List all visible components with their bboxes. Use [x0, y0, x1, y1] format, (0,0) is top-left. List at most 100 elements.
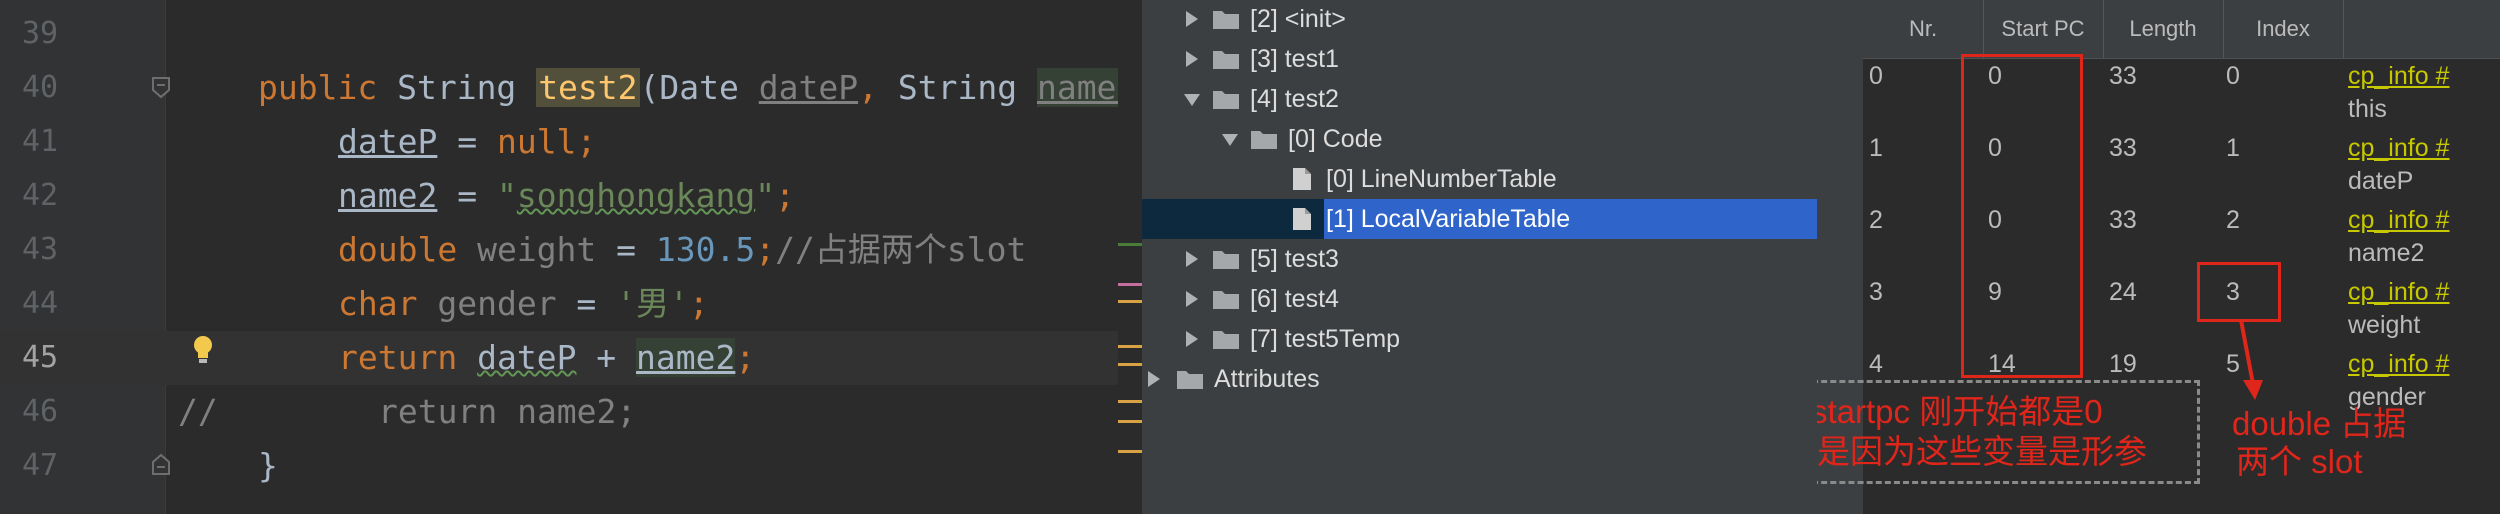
line-number: 42: [22, 178, 59, 213]
expand-arrow-icon[interactable]: [1186, 331, 1198, 347]
table-header: Nr. Start PC Length Index: [1863, 0, 2500, 59]
code-text: }: [258, 446, 278, 485]
stripe-mark: [1118, 300, 1142, 303]
annotation-startpc-line1: startpc 刚开始都是0: [1817, 393, 2103, 430]
expand-arrow-icon[interactable]: [1148, 371, 1160, 387]
cp-info-link[interactable]: cp_info #: [2348, 347, 2449, 381]
cell-index: 2: [2226, 206, 2240, 234]
cp-info-link[interactable]: cp_info #: [2348, 275, 2449, 309]
code-line[interactable]: 44 char gender = '男';: [0, 277, 1142, 331]
cell-nr: 4: [1869, 350, 1883, 378]
tree-item-test4[interactable]: [6] test4: [1142, 279, 1817, 319]
tree-item-test5temp[interactable]: [7] test5Temp: [1142, 319, 1817, 359]
tree-item-label: [1] LocalVariableTable: [1326, 205, 1571, 233]
index-highlight-box: [2197, 262, 2281, 322]
code-text: double weight = 130.5;//占据两个slot: [338, 230, 1027, 269]
tree-item-label: [0] Code: [1288, 125, 1383, 153]
cell-name: name2: [2348, 239, 2425, 267]
code-line[interactable]: 39: [0, 7, 1142, 61]
column-header-index[interactable]: Index: [2223, 0, 2344, 58]
tree-item-label: [6] test4: [1250, 285, 1339, 313]
line-number: 46: [22, 394, 59, 429]
stripe-mark: [1118, 243, 1142, 246]
code-comment-marker: //: [178, 392, 218, 431]
expand-arrow-icon[interactable]: [1186, 11, 1198, 27]
tree-item-attributes[interactable]: Attributes: [1142, 359, 1817, 399]
tree-item-label: Attributes: [1214, 365, 1320, 393]
cell-nr: 2: [1869, 206, 1883, 234]
expand-arrow-icon[interactable]: [1186, 251, 1198, 267]
local-variable-table[interactable]: Nr. Start PC Length Index 0 0 33 0 cp_in…: [1817, 0, 2500, 514]
annotation-double-line2: 两个 slot: [2236, 443, 2363, 480]
code-line[interactable]: 43 double weight = 130.5;//占据两个slot: [0, 223, 1142, 277]
code-line-current[interactable]: 45 return dateP + name2;: [0, 331, 1142, 385]
class-structure-tree[interactable]: [2] <init> [3] test1 [4] test2 [0] Code …: [1142, 0, 1817, 514]
folder-icon: [1213, 91, 1239, 109]
tree-item-init[interactable]: [2] <init>: [1142, 0, 1817, 39]
annotation-double-line1: double 占据: [2232, 405, 2407, 442]
expand-arrow-icon[interactable]: [1186, 51, 1198, 67]
tree-item-line-number-table[interactable]: [0] LineNumberTable: [1142, 159, 1817, 199]
stripe-mark: [1118, 450, 1142, 453]
folder-icon: [1177, 371, 1203, 389]
tree-item-label: [4] test2: [1250, 85, 1339, 113]
annotation-arrow-icon: [2239, 319, 2263, 400]
cell-index: 1: [2226, 134, 2240, 162]
code-line[interactable]: 41 dateP = null;: [0, 115, 1142, 169]
code-text: return dateP + name2;: [338, 338, 756, 377]
tree-item-label: [7] test5Temp: [1250, 325, 1401, 353]
folder-icon: [1213, 251, 1239, 269]
cell-nr: 3: [1869, 278, 1883, 306]
cell-length: 19: [2109, 350, 2137, 378]
collapse-arrow-icon[interactable]: [1184, 94, 1200, 106]
line-number: 40: [22, 70, 59, 105]
stripe-mark: [1118, 363, 1142, 366]
code-line[interactable]: 42 name2 = "songhongkang";: [0, 169, 1142, 223]
stripe-mark: [1118, 283, 1142, 286]
cell-length: 33: [2109, 206, 2137, 234]
folder-icon: [1251, 131, 1277, 149]
tree-item-local-variable-table[interactable]: [1] LocalVariableTable: [1142, 199, 1817, 239]
file-icon: [1293, 168, 1311, 190]
tree-item-label: [0] LineNumberTable: [1326, 165, 1557, 193]
cp-info-link[interactable]: cp_info #: [2348, 131, 2449, 165]
tree-item-test2[interactable]: [4] test2: [1142, 79, 1817, 119]
column-header-length[interactable]: Length: [2103, 0, 2224, 58]
cp-info-link[interactable]: cp_info #: [2348, 203, 2449, 237]
fold-end-icon[interactable]: [150, 452, 172, 476]
folder-icon: [1213, 331, 1239, 349]
start-pc-highlight-box: [1961, 54, 2083, 378]
code-editor[interactable]: 39 40 public String test2(Date dateP, St…: [0, 0, 1142, 514]
column-header-start-pc[interactable]: Start PC: [1983, 0, 2104, 58]
code-text: public String test2(Date dateP, String n…: [258, 68, 1137, 107]
line-number: 39: [22, 16, 59, 51]
cp-info-link[interactable]: cp_info #: [2348, 59, 2449, 93]
file-icon: [1293, 208, 1311, 230]
column-header-nr[interactable]: Nr.: [1863, 0, 1984, 58]
line-number: 47: [22, 448, 59, 483]
tree-item-label: [5] test3: [1250, 245, 1339, 273]
code-text: name2 = "songhongkang";: [338, 176, 795, 215]
code-text: dateP = null;: [338, 122, 597, 161]
tree-item-label: [3] test1: [1250, 45, 1339, 73]
cell-nr: 1: [1869, 134, 1883, 162]
line-number: 43: [22, 232, 59, 267]
cell-length: 33: [2109, 134, 2137, 162]
line-number: 44: [22, 286, 59, 321]
editor-error-stripe[interactable]: [1118, 0, 1142, 514]
cell-nr: 0: [1869, 62, 1883, 90]
code-line[interactable]: 46 // return name2;: [0, 385, 1142, 439]
line-number: 41: [22, 124, 59, 159]
tree-item-test3[interactable]: [5] test3: [1142, 239, 1817, 279]
code-text: return name2;: [378, 392, 637, 431]
tree-item-code[interactable]: [0] Code: [1142, 119, 1817, 159]
tree-item-test1[interactable]: [3] test1: [1142, 39, 1817, 79]
cell-name: weight: [2348, 311, 2421, 339]
cell-name: dateP: [2348, 167, 2414, 195]
lightbulb-icon[interactable]: [192, 335, 214, 365]
cell-index: 0: [2226, 62, 2240, 90]
fold-collapse-icon[interactable]: [150, 76, 172, 100]
collapse-arrow-icon[interactable]: [1222, 134, 1238, 146]
expand-arrow-icon[interactable]: [1186, 291, 1198, 307]
annotation-startpc-line2: 是因为这些变量是形参: [1817, 433, 2147, 470]
